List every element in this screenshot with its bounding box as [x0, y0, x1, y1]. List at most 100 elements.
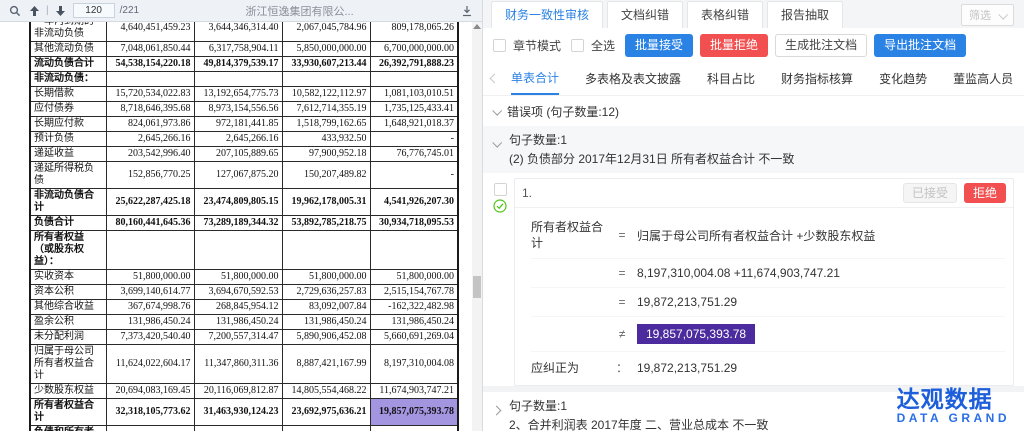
formula-operator: ≠	[607, 327, 637, 341]
cell-value	[370, 72, 458, 87]
error-section-header[interactable]: 错误项 (句子数量:12)	[483, 96, 1024, 126]
download-icon[interactable]	[460, 4, 474, 18]
row-label: 实收资本	[30, 270, 106, 285]
cell-value: 1,648,921,018.37	[370, 117, 458, 132]
subtabs-scroll-left[interactable]	[489, 71, 498, 89]
sub-tab[interactable]: 多表格及表文披露	[585, 65, 681, 94]
row-label: 一年内到期的非流动负债	[30, 22, 106, 42]
row-label: 递延所得税负债	[30, 162, 106, 189]
cell-value: 32,318,105,773.62	[106, 399, 194, 426]
formula-row: 所有者权益合计=归属于母公司所有者权益合计 +少数股东权益	[531, 212, 1005, 258]
row-label: 所有者权益（或股东权益）：	[30, 231, 106, 270]
formula-value: 19,857,075,393.78	[637, 324, 1005, 344]
cell-value	[194, 231, 282, 270]
viewer-scrollbar[interactable]	[472, 22, 482, 431]
row-label: 长期借款	[30, 87, 106, 102]
reject-button[interactable]: 拒绝	[964, 183, 1006, 203]
formula-label: 所有者权益合计	[531, 219, 607, 251]
cell-value: 7,200,557,314.47	[194, 330, 282, 345]
cell-value: 53,892,785,218.75	[282, 216, 370, 231]
formula-row: =8,197,310,004.08 +11,674,903,747.21	[531, 258, 1005, 287]
cell-value: 51,800,000.00	[194, 270, 282, 285]
cell-value	[194, 72, 282, 87]
cell-value: 30,934,718,095.53	[370, 216, 458, 231]
item-checkbox[interactable]	[494, 183, 507, 196]
row-label: 所有者权益合计	[30, 399, 106, 426]
scrollbar-up-arrow[interactable]	[473, 24, 481, 29]
sub-tab[interactable]: 财务指标核算	[781, 65, 853, 94]
scrollbar-thumb[interactable]	[473, 276, 481, 298]
cell-value: 112,478,547,418.98	[106, 426, 194, 431]
cell-value: 131,986,450.24	[282, 315, 370, 330]
cell-value: 2,729,636,257.83	[282, 285, 370, 300]
chapter-mode-label: 章节模式	[513, 37, 561, 54]
cell-value	[106, 231, 194, 270]
sub-tab[interactable]: 科目占比	[707, 65, 755, 94]
expanded-error-item-header[interactable]: 句子数量:1 (2) 负债部分 2017年12月31日 所有者权益合计 不一致	[483, 126, 1024, 173]
balance-table-body: 一年内到期的非流动负债4,640,451,459.233,644,346,314…	[30, 22, 458, 431]
sub-tab[interactable]: 董监高人员	[953, 65, 1013, 94]
select-all-checkbox[interactable]	[571, 39, 584, 52]
cell-value: 367,674,998.76	[106, 300, 194, 315]
top-tab[interactable]: 表格纠错	[687, 1, 763, 28]
error-detail-zone: 1. 已接受 拒绝 所有者权益合计=归属于母公司所有者权益合计 +少数股东权益=…	[483, 173, 1024, 386]
cell-value: 8,197,310,004.08	[370, 345, 458, 384]
generate-annotated-doc-button[interactable]: 生成批注文档	[775, 34, 867, 57]
row-label: 负债和所有者权益总计	[30, 426, 106, 431]
cell-value	[106, 72, 194, 87]
batch-accept-button[interactable]: 批量接受	[625, 34, 693, 57]
formula-operator: =	[607, 295, 637, 309]
table-row: 资本公积3,699,140,614.773,694,670,592.532,72…	[30, 285, 458, 300]
error-item-title: 2、合并利润表 2017年度 二、营业总成本 不一致	[509, 416, 1014, 431]
top-tab[interactable]: 财务一致性审核	[491, 1, 603, 28]
chevron-down-icon	[492, 138, 502, 148]
row-label: 长期应付款	[30, 117, 106, 132]
batch-reject-button[interactable]: 批量拒绝	[700, 34, 768, 57]
chapter-mode-checkbox[interactable]	[493, 39, 506, 52]
cell-value: 207,105,889.65	[194, 147, 282, 162]
chevron-right-icon	[492, 406, 502, 416]
cell-value: 11,674,903,747.21	[370, 384, 458, 399]
cell-value	[282, 72, 370, 87]
sentence-count: 句子数量:1	[509, 397, 1014, 414]
collapsed-error-item[interactable]: 句子数量:1 2、合并利润表 2017年度 二、营业总成本 不一致	[483, 392, 1024, 431]
table-row: 流动负债合计54,538,154,220.1849,814,379,539.17…	[30, 57, 458, 72]
page-number-input[interactable]	[73, 3, 115, 18]
zoom-icon[interactable]	[8, 4, 22, 18]
viewer-toolbar: | /221 浙江恒逸集团有限公...	[0, 0, 482, 22]
cell-value: -	[370, 162, 458, 189]
cell-value: 3,699,140,614.77	[106, 285, 194, 300]
row-label: 资本公积	[30, 285, 106, 300]
sub-tab[interactable]: 单表合计	[511, 64, 559, 95]
mismatched-value-chip: 19,857,075,393.78	[637, 324, 755, 344]
cell-value: 15,720,534,022.83	[106, 87, 194, 102]
cell-value: 2,515,154,767.78	[370, 285, 458, 300]
cell-value: 127,067,875.20	[194, 162, 282, 189]
cell-value: 972,181,441.85	[194, 117, 282, 132]
row-label: 少数股东权益	[30, 384, 106, 399]
cell-value: 3,644,346,314.40	[194, 22, 282, 42]
arrow-up-icon[interactable]	[27, 4, 41, 18]
toolbar-separator: |	[46, 5, 49, 16]
accepted-button[interactable]: 已接受	[903, 183, 957, 203]
sentence-count: 句子数量:1	[509, 131, 1014, 148]
top-tab[interactable]: 文档纠错	[607, 1, 683, 28]
row-label: 负债合计	[30, 216, 106, 231]
highlighted-cell: 19,857,075,393.78	[370, 399, 458, 426]
filter-dropdown[interactable]: 筛选	[961, 4, 1014, 26]
arrow-down-icon[interactable]	[54, 4, 68, 18]
cell-value: 203,542,996.40	[106, 147, 194, 162]
table-row: 盈余公积131,986,450.24131,986,450.24131,986,…	[30, 315, 458, 330]
cell-value: 77,585,760,854.96	[282, 426, 370, 431]
top-tab[interactable]: 报告抽取	[767, 1, 843, 28]
cell-value: 5,660,691,269.04	[370, 330, 458, 345]
table-row: 所有者权益合计32,318,105,773.6231,463,930,124.2…	[30, 399, 458, 426]
sub-tab[interactable]: 变化趋势	[879, 65, 927, 94]
export-annotated-doc-button[interactable]: 导出批注文档	[874, 34, 966, 57]
cell-value: -162,322,482.98	[370, 300, 458, 315]
row-label: 归属于母公司所有者权益合计	[30, 345, 106, 384]
formula-operator: =	[607, 228, 637, 242]
sub-tabs: 单表合计多表格及表文披露科目占比财务指标核算变化趋势董监高人员变动披露	[483, 62, 1024, 96]
formula-value: 19,872,213,751.29	[637, 361, 1005, 375]
table-row: 预计负债2,645,266.162,645,266.16433,932.50-	[30, 132, 458, 147]
